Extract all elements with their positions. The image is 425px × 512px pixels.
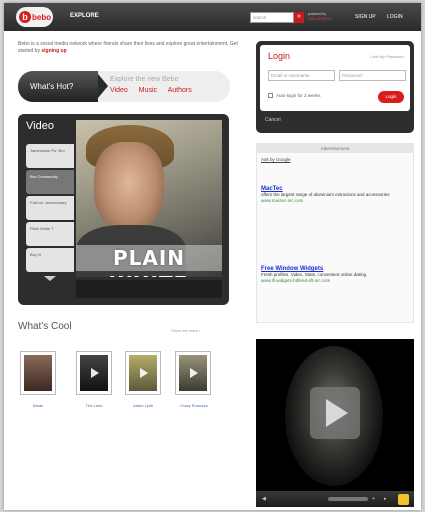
- video-tab[interactable]: Plain White T: [26, 222, 74, 246]
- thumbnail-image: [80, 355, 108, 391]
- top-nav-bar: b bebo EXPLORE search » powered by MSN S…: [4, 3, 421, 31]
- powered-by-msn: powered by MSN SEARCH: [308, 12, 331, 22]
- ads-by-google-link[interactable]: Ads by Google: [261, 157, 291, 162]
- advertisement-box: Advertisement Ads by Google MacTec offer…: [256, 143, 414, 323]
- ad-item[interactable]: MacTec offers the largest range of alumi…: [261, 186, 411, 204]
- login-link[interactable]: LOGIN: [387, 14, 403, 20]
- whats-hot-bar: What's Hot? Explore the new Bebo Video M…: [18, 71, 230, 102]
- login-form: Login I lost My Password Email or Userna…: [260, 45, 410, 111]
- login-panel: Login I lost My Password Email or Userna…: [256, 41, 414, 133]
- password-field[interactable]: Password: [339, 70, 406, 81]
- forgot-password-link[interactable]: I lost My Password: [370, 54, 404, 59]
- featured-video-image[interactable]: PLAIN WHITE: [76, 120, 222, 277]
- ad-header: Advertisement: [257, 144, 413, 153]
- player-logo-icon[interactable]: [398, 494, 409, 505]
- play-icon: [91, 368, 99, 378]
- cool-item-label[interactable]: The Lees: [69, 403, 119, 408]
- checkbox-icon[interactable]: [268, 93, 273, 98]
- whats-hot-label: What's Hot?: [30, 82, 74, 91]
- player-controls: ◀ + ▸: [256, 491, 414, 507]
- whats-hot-title: Explore the new Bebo: [110, 76, 179, 83]
- logo-text: bebo: [32, 12, 52, 22]
- cool-item-label[interactable]: Crazy Rumours: [169, 403, 219, 408]
- hot-link-music[interactable]: Music: [139, 87, 157, 94]
- video-overlay-text: PLAIN WHITE: [76, 245, 222, 277]
- hot-link-authors[interactable]: Authors: [168, 87, 192, 94]
- hot-link-video[interactable]: Video: [110, 87, 128, 94]
- ad-url[interactable]: www.mactec-inc.com: [261, 198, 411, 204]
- thumbnail-image: [129, 355, 157, 391]
- play-button[interactable]: [310, 387, 360, 439]
- whats-hot-links: Video Music Authors: [110, 87, 201, 94]
- whats-hot-pill: What's Hot?: [18, 71, 98, 102]
- video-player[interactable]: ◀ + ▸: [256, 339, 414, 507]
- play-icon: [190, 368, 198, 378]
- cool-item-label[interactable]: Adam Lyall: [118, 403, 168, 408]
- video-panel: Video Jamestown Po: Bro Bro Community Fo…: [18, 114, 229, 305]
- thumbnail-image: [24, 355, 52, 391]
- video-tab[interactable]: Boy N: [26, 248, 74, 272]
- intro-text: Bebo is a social media network where fri…: [18, 41, 238, 55]
- bebo-logo[interactable]: b bebo: [16, 7, 53, 27]
- ad-item[interactable]: Free Window Widgets Fresh profiles. Vide…: [261, 266, 411, 284]
- progress-slider[interactable]: [328, 497, 368, 501]
- cool-thumbnail[interactable]: [76, 351, 112, 395]
- volume-button[interactable]: +: [372, 496, 375, 502]
- video-tab[interactable]: Fold on: Anniversary: [26, 196, 74, 220]
- video-title: Video: [26, 120, 54, 132]
- login-title: Login: [268, 51, 291, 61]
- cool-thumbnail[interactable]: [20, 351, 56, 395]
- search-button[interactable]: »: [294, 12, 304, 23]
- ad-url[interactable]: www.ifi-widgets-hdfeed-sft-inc.com: [261, 278, 411, 284]
- browser-page: b bebo EXPLORE search » powered by MSN S…: [4, 3, 421, 510]
- email-field[interactable]: Email or Username: [268, 70, 335, 81]
- signing-up-link[interactable]: signing up: [41, 48, 66, 54]
- rewind-button[interactable]: ◀: [262, 496, 266, 502]
- cool-item-label[interactable]: Sarah: [13, 403, 63, 408]
- forward-button[interactable]: ▸: [384, 496, 387, 502]
- msn-search-brand: MSN SEARCH: [308, 17, 332, 21]
- video-tab-active[interactable]: Bro Community: [26, 170, 74, 194]
- thumbnail-image: [179, 355, 207, 391]
- bebo-b-icon: b: [19, 11, 31, 23]
- video-tab[interactable]: Jamestown Po: Bro: [26, 144, 74, 168]
- video-tabs: Jamestown Po: Bro Bro Community Fold on:…: [26, 144, 74, 284]
- cancel-link[interactable]: Cancel: [265, 117, 281, 123]
- explore-menu[interactable]: EXPLORE: [70, 13, 99, 19]
- play-icon: [140, 368, 148, 378]
- scroll-down-icon[interactable]: [26, 274, 74, 284]
- remember-label: Auto-login for 2 weeks: [276, 93, 321, 98]
- whats-cool-title: What's Cool: [18, 321, 72, 332]
- cool-thumbnail[interactable]: [125, 351, 161, 395]
- search-input[interactable]: search: [250, 12, 294, 23]
- login-button[interactable]: Login: [378, 91, 404, 103]
- person-face: [94, 142, 164, 232]
- cool-thumbnail[interactable]: [175, 351, 211, 395]
- play-icon: [326, 399, 348, 427]
- remember-checkbox[interactable]: Auto-login for 2 weeks: [268, 93, 321, 98]
- arrow-right-icon: [98, 74, 108, 98]
- show-more-link[interactable]: Show me more ›: [171, 328, 200, 333]
- video-caption-strip: [76, 280, 222, 298]
- signup-link[interactable]: SIGN UP: [355, 14, 376, 20]
